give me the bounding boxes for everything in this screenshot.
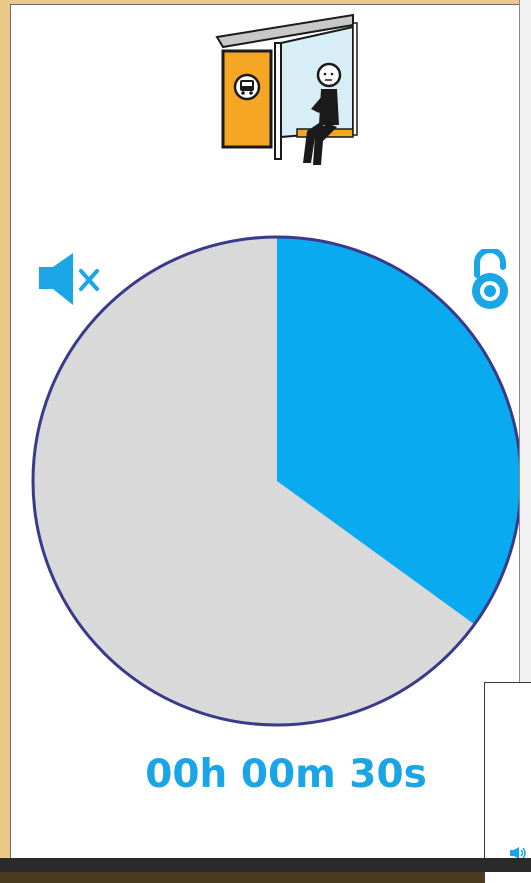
bus-stop-pictogram-icon bbox=[211, 13, 363, 173]
visual-timer-dial bbox=[29, 233, 520, 729]
app-screen: 00h 00m 30s bbox=[10, 4, 520, 862]
bottom-bar bbox=[0, 858, 531, 872]
adjacent-window-edge bbox=[519, 0, 531, 690]
time-remaining-text: 00h 00m 30s bbox=[121, 747, 451, 803]
